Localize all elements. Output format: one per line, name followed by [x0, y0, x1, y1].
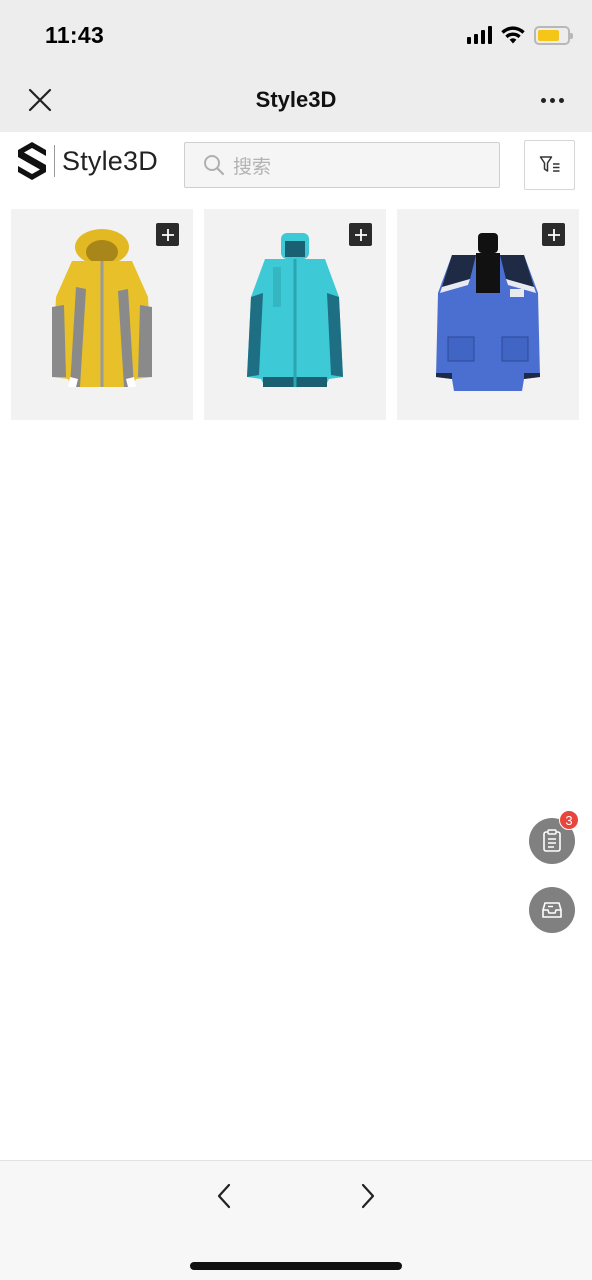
add-to-list-button[interactable] — [542, 223, 565, 246]
plus-icon — [547, 228, 560, 241]
status-bar: 11:43 — [0, 0, 592, 66]
add-to-list-button[interactable] — [349, 223, 372, 246]
brand-name: Style3D — [62, 145, 158, 176]
cart-button[interactable]: 3 — [529, 810, 579, 864]
battery-fill — [538, 29, 559, 41]
search-input[interactable]: 搜索 — [184, 142, 500, 188]
back-button[interactable] — [209, 1181, 239, 1211]
chevron-left-icon — [217, 1183, 231, 1209]
status-icons — [467, 24, 573, 46]
status-time: 11:43 — [45, 22, 105, 48]
inbox-icon — [542, 902, 562, 918]
product-card[interactable] — [204, 209, 386, 420]
cart-badge: 3 — [559, 810, 579, 830]
jacket-image-yellow — [52, 229, 152, 387]
more-icon — [540, 97, 546, 103]
add-to-list-button[interactable] — [156, 223, 179, 246]
search-icon — [204, 155, 225, 176]
brand-divider — [54, 145, 55, 177]
filter-button[interactable] — [524, 140, 575, 190]
plus-icon — [354, 228, 367, 241]
filter-icon — [539, 156, 559, 172]
clipboard-icon — [543, 829, 561, 852]
home-indicator — [190, 1262, 402, 1270]
product-card[interactable] — [397, 209, 579, 420]
style3d-logo-icon — [18, 142, 46, 180]
forward-button[interactable] — [353, 1181, 383, 1211]
battery-icon — [534, 25, 573, 45]
jacket-image-turquoise — [247, 233, 343, 387]
jacket-image-blue-parka — [436, 233, 540, 391]
search-placeholder: 搜索 — [233, 156, 272, 178]
chevron-right-icon — [361, 1183, 375, 1209]
inbox-button[interactable] — [529, 887, 575, 933]
brand: Style3D — [16, 140, 158, 182]
signal-icon — [467, 26, 492, 44]
bottom-toolbar — [0, 1160, 592, 1280]
wifi-icon — [501, 26, 525, 44]
nav-bar: Style3D — [0, 66, 592, 132]
more-button[interactable] — [536, 88, 568, 112]
product-grid — [11, 209, 581, 420]
page-title: Style3D — [255, 87, 337, 112]
plus-icon — [161, 228, 174, 241]
product-card[interactable] — [11, 209, 193, 420]
